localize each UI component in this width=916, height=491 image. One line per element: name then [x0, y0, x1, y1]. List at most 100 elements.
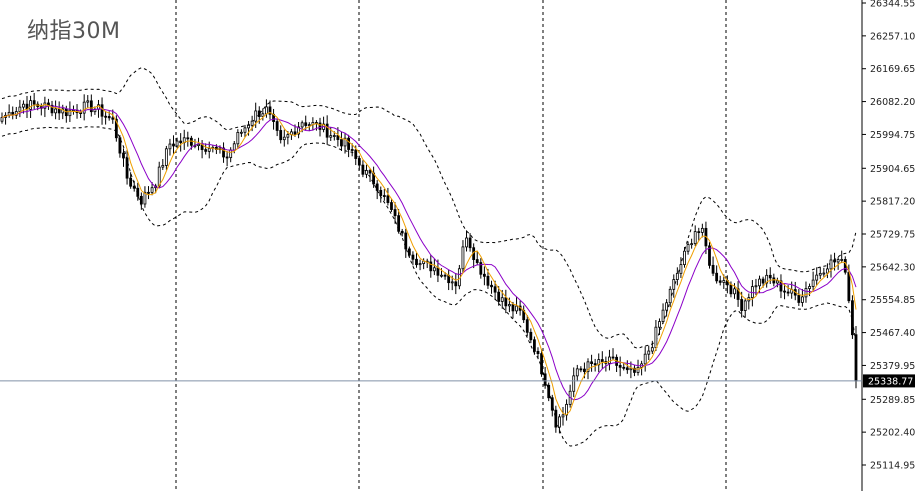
candle-body [132, 185, 136, 189]
y-tick-label: 25642.30 [870, 262, 915, 273]
candle-body [225, 156, 229, 159]
candle-body [454, 281, 458, 287]
candle-body [833, 259, 836, 263]
y-tick-label: 26169.65 [870, 64, 915, 75]
candle-body [111, 117, 115, 120]
candle-body [300, 122, 304, 128]
candle-body [318, 122, 322, 130]
candle-body [122, 152, 125, 159]
candle-body [179, 140, 183, 143]
y-tick-label: 25729.75 [870, 230, 915, 241]
candle-body [354, 149, 358, 159]
candle-body [504, 297, 508, 307]
candle-body [386, 195, 390, 203]
candle-body [611, 356, 615, 359]
candle-body [240, 131, 243, 134]
candle-body [72, 109, 75, 112]
candle-body [851, 300, 854, 336]
y-tick-label: 25379.95 [870, 361, 915, 372]
candle-body [286, 134, 290, 138]
candle-body [393, 209, 397, 217]
candle-body [811, 279, 815, 287]
bollinger-upper [1, 67, 857, 349]
candlestick-chart: 纳指30M 26344.55 26257.10 26169.65 26082.20 25… [0, 0, 916, 491]
candle-body [593, 363, 597, 366]
candle-body [683, 250, 686, 265]
candle-body [150, 187, 154, 193]
candle-body [493, 286, 497, 293]
candle-body [722, 280, 726, 283]
candle-body [500, 297, 504, 302]
candle-body [550, 397, 554, 411]
candle-body [350, 149, 354, 151]
candle-body [808, 286, 811, 289]
candle-body [533, 339, 536, 352]
candle-body [672, 279, 676, 290]
candle-body [758, 278, 761, 287]
candle-body [368, 170, 372, 174]
candle-body [86, 100, 90, 103]
candle-body [136, 187, 140, 197]
y-tick-label: 25994.75 [870, 130, 915, 141]
candle-body [775, 280, 779, 284]
candle-body [679, 264, 683, 274]
candle-body [340, 139, 343, 147]
candle-body [718, 280, 722, 283]
candle-body [361, 164, 365, 175]
candle-body [139, 195, 143, 205]
candle-body [468, 237, 472, 249]
candle-body [665, 302, 669, 311]
candle-body [100, 104, 104, 117]
candle-body [843, 259, 847, 273]
candle-body [247, 124, 250, 129]
candle-body [661, 309, 665, 322]
candle-body [82, 101, 86, 114]
candle-body [711, 264, 715, 274]
candle-body [840, 259, 844, 261]
y-tick-label: 26344.55 [870, 0, 915, 10]
candle-body [104, 115, 108, 118]
candle-body [254, 110, 258, 122]
candle-body [375, 183, 379, 191]
candle-body [558, 416, 561, 428]
candle-body [304, 122, 308, 126]
candle-body [465, 237, 468, 248]
candle-body [161, 165, 165, 168]
candle-body [243, 127, 247, 133]
candle-body [511, 304, 515, 312]
candle-body [411, 254, 415, 260]
candle-body [625, 367, 629, 371]
candle-body [668, 288, 672, 304]
candle-body [801, 296, 804, 303]
candle-body [415, 258, 418, 266]
candle-body [575, 368, 579, 377]
candle-body [733, 288, 736, 295]
candle-body [536, 350, 540, 355]
candle-body [129, 177, 133, 187]
candle-body [186, 137, 190, 140]
candle-body [265, 106, 268, 115]
candle-body [365, 170, 368, 175]
candle-body [450, 281, 454, 284]
candle-body [740, 299, 744, 311]
candle-body [282, 136, 286, 141]
y-tick-label: 25467.40 [870, 328, 915, 339]
candle-body [293, 131, 297, 135]
candle-body [815, 274, 819, 281]
candle-body [700, 227, 704, 233]
candle-body [754, 285, 758, 288]
candle-body [761, 278, 765, 284]
candle-body [436, 267, 440, 276]
candle-body [175, 140, 179, 147]
candle-body [336, 135, 340, 140]
candle-body [715, 272, 719, 282]
candle-body [189, 137, 193, 146]
candle-body [561, 414, 565, 418]
candle-body [332, 135, 336, 137]
candle-body [197, 143, 200, 146]
candle-body [547, 384, 551, 399]
candle-body [118, 137, 122, 154]
candle-body [650, 347, 654, 352]
price-axis: 26344.55 26257.10 26169.65 26082.20 25994.75… [0, 0, 915, 491]
candle-body [854, 334, 858, 382]
